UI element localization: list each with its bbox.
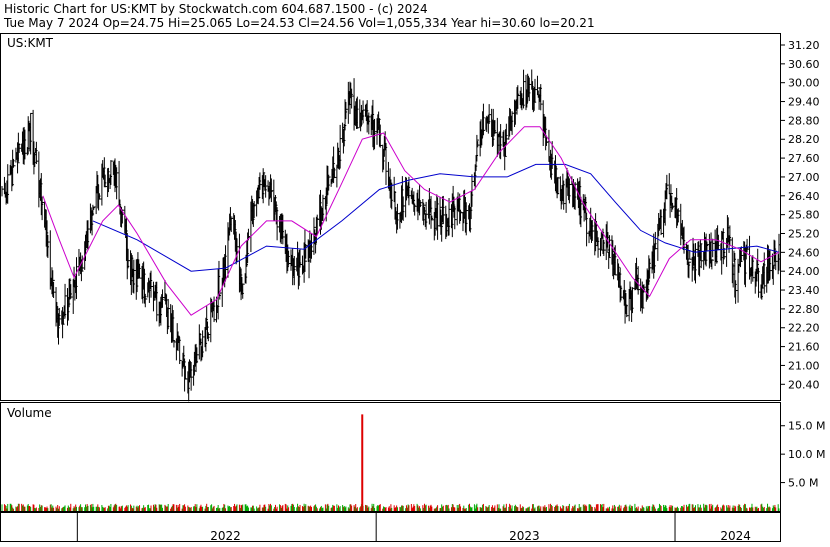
price-tick-label: 25.20 xyxy=(788,227,820,240)
chart-container: Historic Chart for US:KMT by Stockwatch.… xyxy=(0,0,830,543)
chart-header-line2: Tue May 7 2024 Op=24.75 Hi=25.065 Lo=24.… xyxy=(3,16,595,30)
price-tick-label: 22.20 xyxy=(788,322,820,335)
price-tick-label: 21.60 xyxy=(788,341,820,354)
price-tick-label: 27.00 xyxy=(788,171,820,184)
price-tick-label: 29.40 xyxy=(788,96,820,109)
price-tick-label: 28.80 xyxy=(788,114,820,127)
price-tick-label: 26.40 xyxy=(788,190,820,203)
volume-tick-label: 5.0 M xyxy=(788,477,818,490)
price-tick-label: 25.80 xyxy=(788,209,820,222)
x-axis-year-label: 2023 xyxy=(509,529,540,543)
price-tick-label: 21.00 xyxy=(788,359,820,372)
x-axis-frame xyxy=(0,512,781,542)
price-tick-label: 31.20 xyxy=(788,39,820,52)
price-tick-label: 30.60 xyxy=(788,58,820,71)
price-tick-label: 28.20 xyxy=(788,133,820,146)
x-axis-year-label: 2024 xyxy=(720,529,751,543)
volume-panel-frame xyxy=(0,402,781,512)
price-tick-label: 22.80 xyxy=(788,303,820,316)
price-tick-label: 20.40 xyxy=(788,378,820,391)
price-tick-label: 24.00 xyxy=(788,265,820,278)
chart-header-line1: Historic Chart for US:KMT by Stockwatch.… xyxy=(4,2,428,16)
price-tick-label: 27.60 xyxy=(788,152,820,165)
price-panel-label: US:KMT xyxy=(7,36,54,50)
x-axis-year-label: 2022 xyxy=(210,529,241,543)
price-tick-label: 23.40 xyxy=(788,284,820,297)
stock-chart: Historic Chart for US:KMT by Stockwatch.… xyxy=(0,2,825,543)
volume-tick-label: 10.0 M xyxy=(788,448,825,461)
price-tick-label: 24.60 xyxy=(788,246,820,259)
volume-tick-label: 15.0 M xyxy=(788,420,825,433)
volume-panel-label: Volume xyxy=(7,406,52,420)
price-tick-label: 30.00 xyxy=(788,77,820,90)
